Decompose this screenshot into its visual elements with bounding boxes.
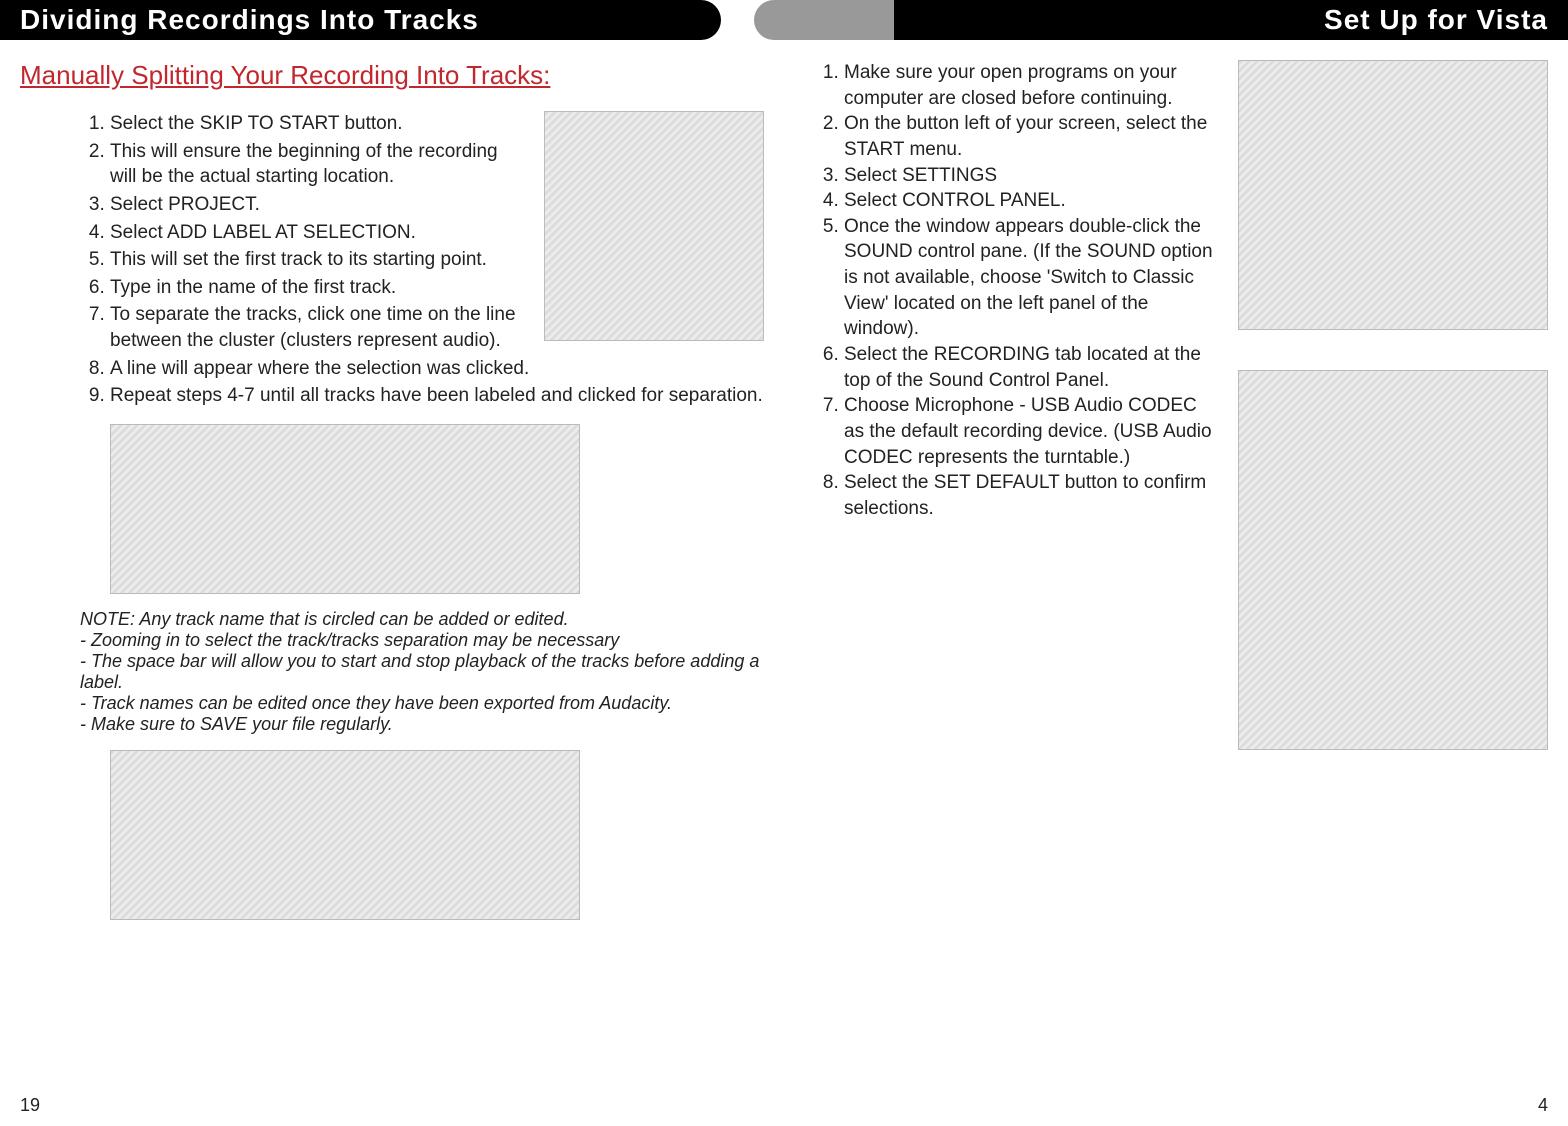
list-item: This will set the first track to its sta…: [110, 247, 524, 273]
list-item: Repeat steps 4-7 until all tracks have b…: [110, 383, 764, 409]
left-steps-list-cont: A line will appear where the selection w…: [20, 356, 764, 409]
note-block: NOTE: Any track name that is circled can…: [80, 609, 764, 735]
list-item: Select the SKIP TO START button.: [110, 111, 524, 137]
page-number-right: 4: [1538, 1095, 1548, 1116]
list-item: Select the RECORDING tab located at the …: [844, 342, 1218, 393]
list-item: Select ADD LABEL AT SELECTION.: [110, 220, 524, 246]
list-item: On the button left of your screen, selec…: [844, 111, 1218, 162]
vista-sound-panel-screenshot: [1238, 370, 1548, 750]
waveform-screenshot-2: [110, 750, 580, 920]
left-page: Manually Splitting Your Recording Into T…: [0, 0, 784, 1126]
page-number-left: 19: [20, 1095, 40, 1116]
waveform-screenshot-1: [110, 424, 580, 594]
list-item: Select CONTROL PANEL.: [844, 188, 1218, 214]
list-item: Select the SET DEFAULT button to confirm…: [844, 470, 1218, 521]
list-item: Make sure your open programs on your com…: [844, 60, 1218, 111]
note-line: - Make sure to SAVE your file regularly.: [80, 714, 764, 735]
left-steps-list: Select the SKIP TO START button. This wi…: [20, 111, 524, 356]
list-item: Choose Microphone - USB Audio CODEC as t…: [844, 393, 1218, 470]
audacity-menu-screenshot: [544, 111, 764, 341]
list-item: Select SETTINGS: [844, 163, 1218, 189]
vista-start-menu-screenshot: [1238, 60, 1548, 330]
note-line: - Zooming in to select the track/tracks …: [80, 630, 764, 651]
right-page: Make sure your open programs on your com…: [784, 0, 1568, 1126]
list-item: Type in the name of the first track.: [110, 275, 524, 301]
list-item: To separate the tracks, click one time o…: [110, 302, 524, 353]
note-line: - The space bar will allow you to start …: [80, 651, 764, 693]
note-line: NOTE: Any track name that is circled can…: [80, 609, 764, 630]
list-item: Once the window appears double-click the…: [844, 214, 1218, 342]
section-title: Manually Splitting Your Recording Into T…: [20, 60, 764, 91]
list-item: Select PROJECT.: [110, 192, 524, 218]
list-item: A line will appear where the selection w…: [110, 356, 764, 382]
list-item: This will ensure the beginning of the re…: [110, 139, 524, 190]
note-line: - Track names can be edited once they ha…: [80, 693, 764, 714]
right-steps-list: Make sure your open programs on your com…: [804, 60, 1218, 522]
